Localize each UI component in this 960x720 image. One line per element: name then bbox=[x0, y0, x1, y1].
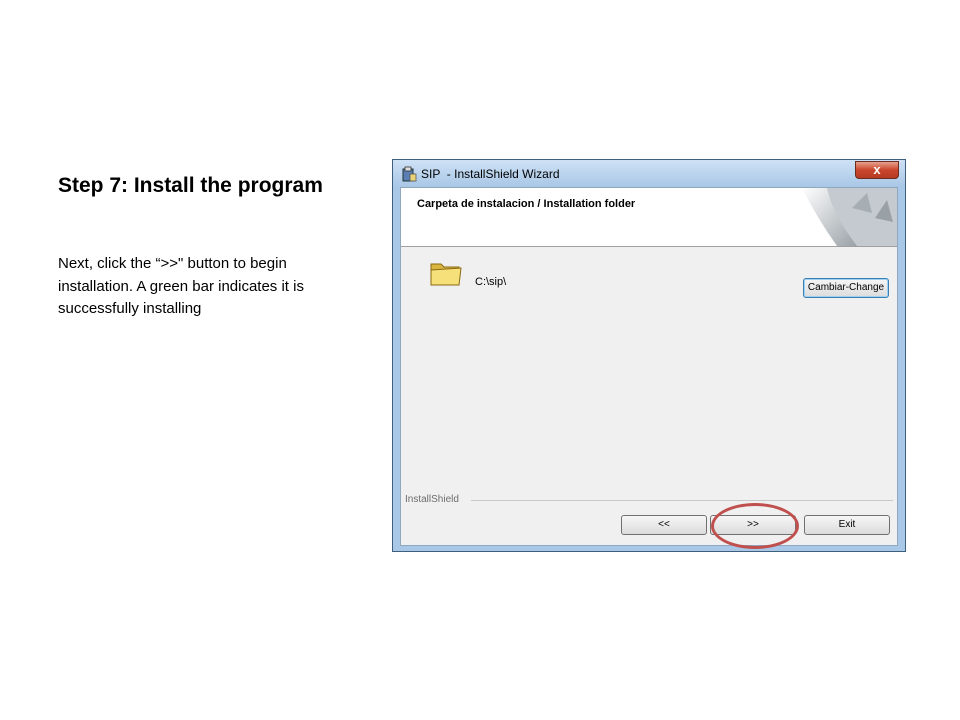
page-curl-graphic bbox=[797, 188, 897, 246]
installshield-window: SIP - InstallShield Wizard x Carpeta de … bbox=[392, 159, 906, 552]
close-icon: x bbox=[873, 162, 881, 177]
window-title: SIP - InstallShield Wizard bbox=[421, 167, 560, 181]
wizard-client-area: Carpeta de instalacion / Installation fo… bbox=[400, 187, 898, 546]
close-button[interactable]: x bbox=[855, 161, 899, 179]
install-folder-path: C:\sip\ bbox=[475, 276, 507, 288]
wizard-header: Carpeta de instalacion / Installation fo… bbox=[401, 188, 897, 247]
exit-button[interactable]: Exit bbox=[804, 515, 890, 535]
window-titlebar[interactable]: SIP - InstallShield Wizard x bbox=[393, 160, 905, 187]
back-button[interactable]: << bbox=[621, 515, 707, 535]
slide-instructions: Next, click the “>>" button to begin ins… bbox=[58, 255, 304, 317]
next-button[interactable]: >> bbox=[710, 515, 796, 535]
folder-icon bbox=[430, 263, 462, 286]
slide-title: Step 7: Install the program bbox=[58, 174, 323, 197]
change-folder-button[interactable]: Cambiar-Change bbox=[803, 278, 889, 298]
divider bbox=[471, 500, 893, 501]
step-heading: Carpeta de instalacion / Installation fo… bbox=[417, 198, 636, 210]
installshield-label: InstallShield bbox=[405, 494, 459, 505]
installer-icon bbox=[402, 166, 417, 182]
